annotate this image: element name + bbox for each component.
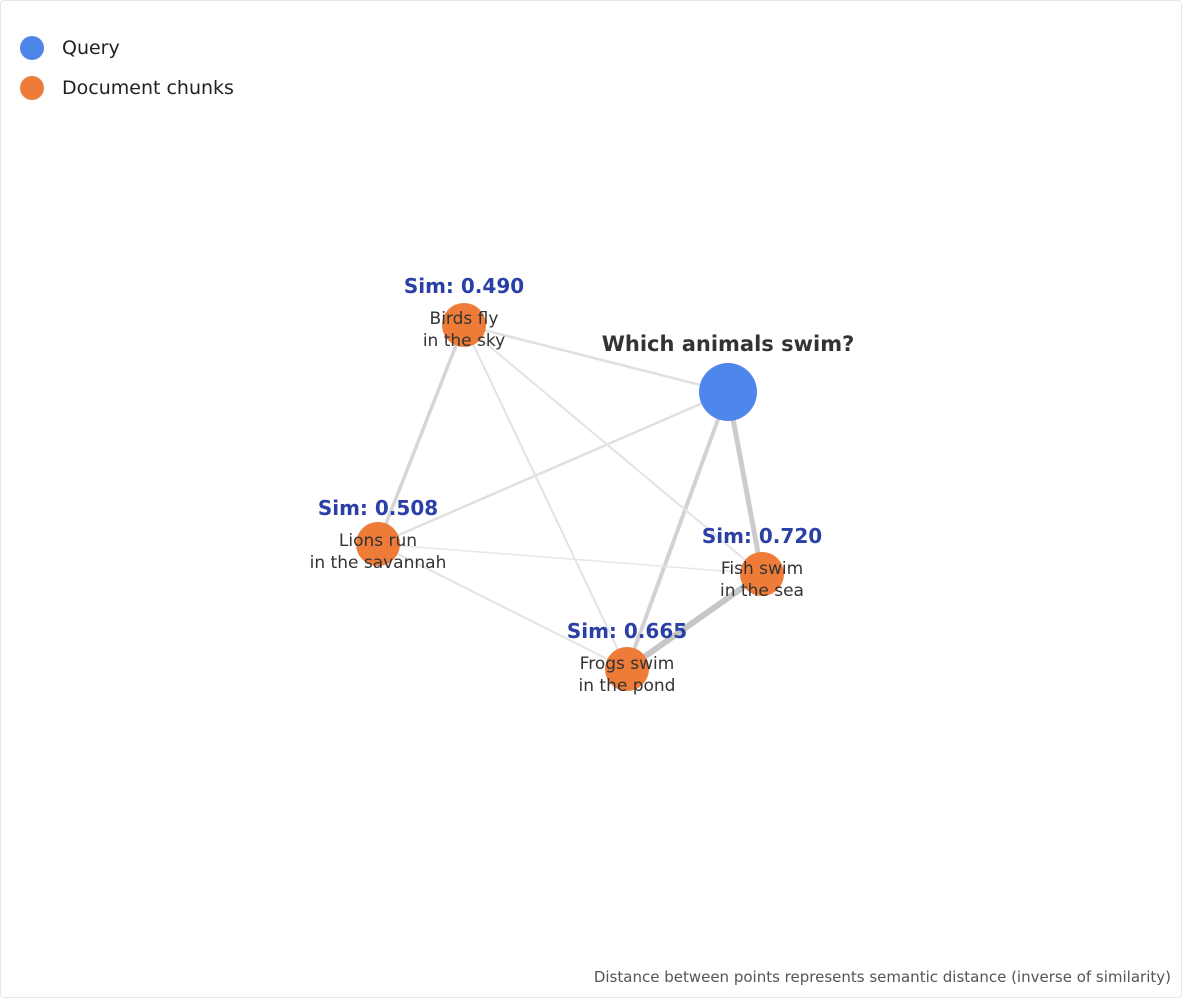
document-text-line1: Fish swim: [721, 559, 803, 579]
similarity-label: Sim: 0.665: [567, 619, 687, 643]
document-text-line1: Birds fly: [430, 309, 499, 329]
document-text-line1: Lions run: [339, 531, 417, 551]
document-text-line2: in the sky: [423, 331, 505, 351]
document-text-line1: Frogs swim: [580, 654, 675, 674]
document-node-lions[interactable]: Sim: 0.508 Lions run in the savannah: [310, 496, 447, 573]
query-label: Which animals swim?: [602, 332, 855, 356]
similarity-graph: Which animals swim? Sim: 0.490 Birds fly…: [310, 274, 855, 696]
document-text-line2: in the pond: [579, 676, 676, 696]
similarity-label: Sim: 0.490: [404, 274, 524, 298]
query-node[interactable]: Which animals swim?: [602, 332, 855, 421]
footnote: Distance between points represents seman…: [593, 968, 1171, 986]
document-text-line2: in the savannah: [310, 553, 447, 573]
similarity-label: Sim: 0.720: [702, 524, 822, 548]
document-node-frogs[interactable]: Sim: 0.665 Frogs swim in the pond: [567, 619, 687, 696]
document-text-line2: in the sea: [720, 581, 804, 601]
similarity-label: Sim: 0.508: [318, 496, 438, 520]
document-node-fish[interactable]: Sim: 0.720 Fish swim in the sea: [702, 524, 822, 601]
query-point[interactable]: [699, 363, 757, 421]
document-node-birds[interactable]: Sim: 0.490 Birds fly in the sky: [404, 274, 524, 351]
